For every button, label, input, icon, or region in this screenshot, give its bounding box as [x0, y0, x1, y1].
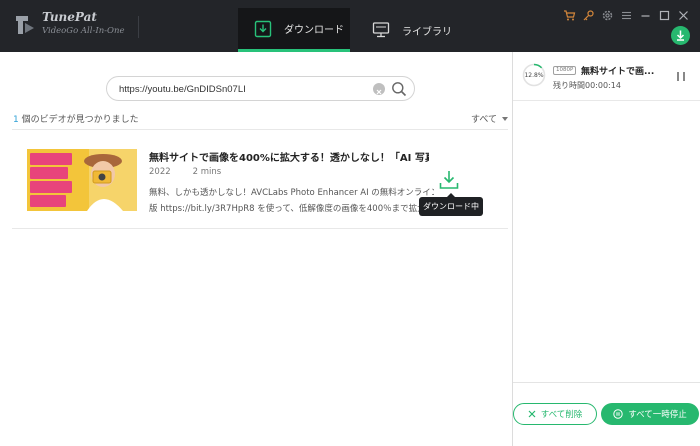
- list-divider-top: [12, 129, 508, 130]
- minimize-icon[interactable]: [639, 7, 652, 20]
- video-title: 無料サイトで画像を400%に拡大する！透かしなし！「AI 写真...: [149, 153, 429, 164]
- video-thumbnail[interactable]: [27, 149, 137, 211]
- result-count: 1 個のビデオが見つかりました: [13, 112, 139, 125]
- pause-icon: [677, 72, 679, 81]
- delete-all-button[interactable]: すべて削除: [513, 403, 597, 425]
- pause-circle-icon: [613, 409, 623, 419]
- cart-icon[interactable]: [563, 7, 576, 21]
- key-icon[interactable]: [582, 7, 595, 21]
- list-divider-bottom: [12, 228, 508, 229]
- video-description-line: 無料、しかも透かしなし！AVCLabs Photo Enhancer AI の無…: [149, 188, 434, 198]
- chevron-down-icon: [502, 116, 508, 121]
- delete-all-label: すべて削除: [540, 409, 583, 419]
- quality-badge: 1080P: [553, 66, 577, 75]
- url-input[interactable]: [119, 81, 369, 97]
- main-panel: 1 個のビデオが見つかりました すべて 無料サイトで画像を400%に拡大する！透…: [0, 52, 512, 446]
- remaining-time: 残り時間00:00:14: [553, 81, 621, 90]
- queue-item-title: 無料サイトで画...: [581, 67, 655, 77]
- window-controls: [563, 7, 690, 21]
- menu-icon[interactable]: [620, 7, 633, 20]
- tunepat-logo: [16, 16, 34, 34]
- downloading-tooltip: ダウンロード中: [419, 193, 483, 216]
- download-tab-icon: [254, 20, 272, 37]
- video-description: 無料、しかも透かしなし！AVCLabs Photo Enhancer AI の無…: [149, 185, 434, 217]
- download-arrow-icon: [676, 30, 685, 41]
- settings-icon[interactable]: [601, 7, 614, 21]
- pause-button[interactable]: [677, 72, 685, 81]
- title-divider: [138, 16, 139, 38]
- search-icon: [392, 82, 407, 97]
- video-meta: 2022 2 mins: [149, 167, 221, 177]
- download-queue-button[interactable]: [671, 26, 690, 45]
- search-button[interactable]: [391, 81, 407, 97]
- pause-all-button[interactable]: すべて一時停止: [601, 403, 699, 425]
- tab-download[interactable]: ダウンロード: [238, 8, 350, 52]
- maximize-icon[interactable]: [658, 7, 671, 21]
- search-bar: [106, 76, 415, 101]
- app-subtitle: VideoGo All-In-One: [42, 26, 125, 36]
- footer-divider: [513, 382, 700, 383]
- result-count-text: 個のビデオが見つかりました: [18, 115, 139, 125]
- close-icon[interactable]: [677, 7, 690, 20]
- clear-button[interactable]: [373, 83, 385, 95]
- tab-library[interactable]: ライブラリ: [356, 8, 466, 52]
- pause-icon: [683, 72, 685, 81]
- download-icon: [439, 171, 459, 189]
- tab-library-label: ライブラリ: [402, 26, 452, 38]
- progress-percent: 12.8%: [524, 71, 544, 79]
- download-button[interactable]: [438, 169, 460, 191]
- app-name: TunePat: [42, 10, 97, 24]
- clear-icon: [376, 89, 382, 95]
- download-queue-panel: 12.8% 1080P 無料サイトで画... 残り時間00:00:14 すべて削…: [513, 52, 700, 446]
- video-year: 2022: [149, 167, 171, 177]
- sort-dropdown[interactable]: すべて: [471, 112, 508, 125]
- pause-all-label: すべて一時停止: [628, 409, 687, 419]
- tab-download-label: ダウンロード: [284, 25, 344, 36]
- monitor-icon: [372, 22, 390, 38]
- sort-label: すべて: [470, 115, 497, 125]
- queue-divider: [513, 100, 700, 101]
- title-bar: TunePat VideoGo All-In-One ダウンロード ライブラリ: [0, 0, 700, 52]
- x-icon: [528, 410, 536, 418]
- video-description-line: 版 https://bit.ly/3R7HpR8 を使って、低解像度の画像を40…: [149, 204, 434, 214]
- video-duration: 2 mins: [192, 167, 222, 177]
- thumbnail-image: [27, 149, 137, 211]
